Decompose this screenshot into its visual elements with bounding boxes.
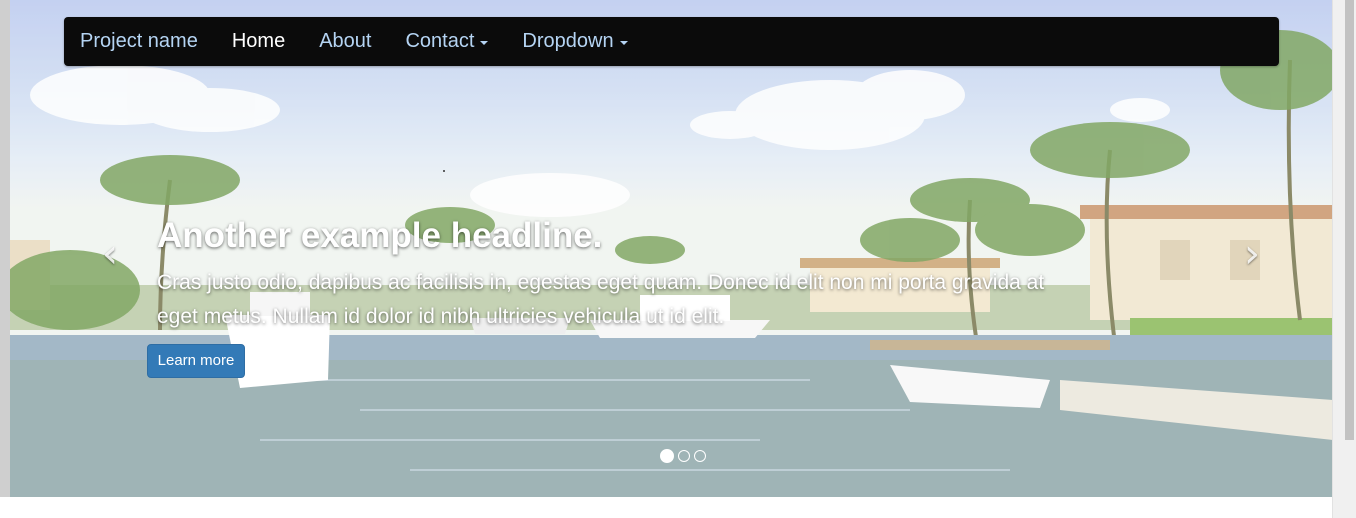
nav-contact-label: Contact (405, 30, 475, 52)
caret-down-icon (480, 40, 489, 45)
page-content-area (0, 497, 1333, 518)
vertical-scrollbar[interactable] (1332, 0, 1356, 518)
carousel-prev-chevron-left-icon[interactable]: ‹ (95, 234, 125, 274)
nav-home-label: Home (231, 30, 286, 52)
carousel-indicator-3[interactable] (694, 450, 706, 462)
nav-dropdown-menu[interactable]: Dropdown (505, 17, 644, 66)
carousel-text: Cras justo odio, dapibus ac facilisis in… (157, 271, 1045, 328)
nav-about-label: About (319, 30, 372, 52)
caret-down-icon (619, 40, 628, 45)
top-navbar: Project name Home About Contact Dropdown (64, 17, 1279, 66)
carousel-caption: Another example headline. Cras justo odi… (157, 212, 1077, 334)
learn-more-button[interactable]: Learn more (147, 344, 245, 378)
nav-about[interactable]: About (302, 17, 388, 66)
hero-carousel: Another example headline. Cras justo odi… (10, 0, 1333, 497)
navbar-brand[interactable]: Project name (64, 17, 215, 66)
scrollbar-thumb[interactable] (1345, 0, 1354, 440)
carousel-indicator-1[interactable] (660, 449, 674, 463)
nav-dropdown-label: Dropdown (522, 30, 614, 52)
nav-contact-dropdown[interactable]: Contact (388, 17, 505, 66)
nav-home[interactable]: Home (215, 17, 302, 66)
carousel-headline: Another example headline. (157, 216, 603, 255)
page-gutter (0, 0, 10, 497)
carousel-indicator-2[interactable] (678, 450, 690, 462)
carousel-next-chevron-right-icon[interactable]: › (1237, 234, 1267, 274)
carousel-indicators (660, 449, 706, 463)
